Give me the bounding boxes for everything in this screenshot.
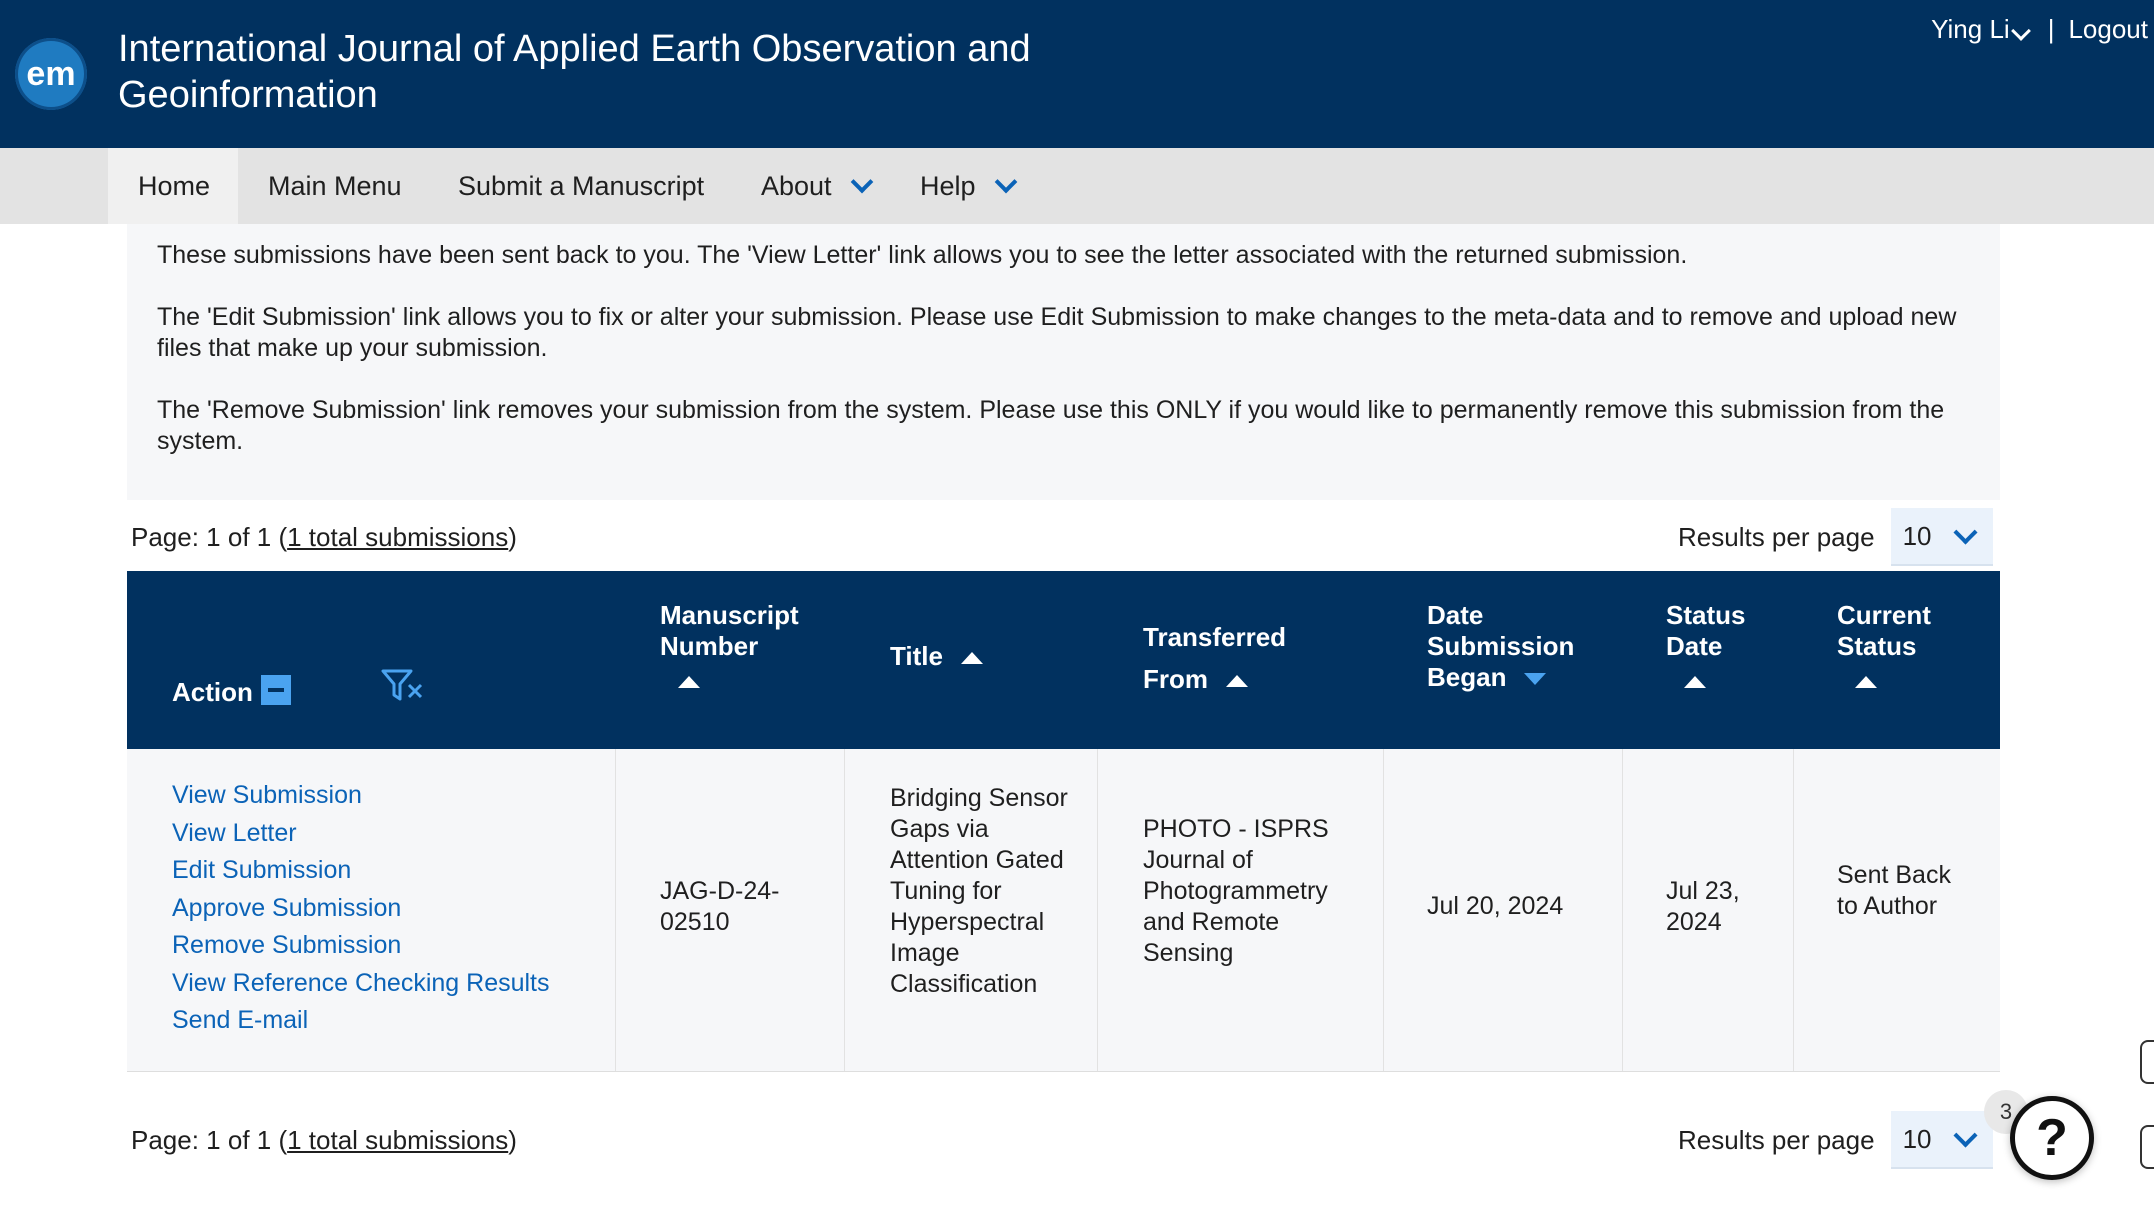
collapse-icon[interactable] bbox=[260, 675, 291, 706]
approve-submission-link[interactable]: Approve Submission bbox=[172, 890, 592, 928]
side-panel-tab[interactable] bbox=[2140, 1040, 2154, 1084]
table-header: Action Manuscript Number Title Transferr… bbox=[127, 571, 2000, 749]
header-status-date[interactable]: Status Date bbox=[1666, 600, 1766, 688]
current-status-cell: Sent Back to Author bbox=[1837, 861, 1951, 920]
results-per-page-label: Results per page bbox=[1678, 1124, 1875, 1155]
results-per-page-select[interactable]: 10 bbox=[1890, 1111, 1993, 1169]
chevron-down-icon bbox=[2010, 21, 2031, 41]
nav-submit-label: Submit a Manuscript bbox=[458, 170, 705, 201]
top-header: em International Journal of Applied Eart… bbox=[0, 0, 2154, 148]
header-status-date-label: Status Date bbox=[1666, 600, 1746, 661]
results-per-page-label: Results per page bbox=[1678, 521, 1875, 552]
header-title-label: Title bbox=[890, 641, 943, 671]
instructions-para-1: These submissions have been sent back to… bbox=[157, 241, 1688, 269]
status-date-cell: Jul 23, 2024 bbox=[1666, 877, 1740, 936]
header-action: Action bbox=[172, 675, 291, 709]
sort-asc-icon[interactable] bbox=[1226, 675, 1248, 688]
total-submissions-link[interactable]: 1 total submissions bbox=[287, 522, 508, 552]
side-panel-tab[interactable] bbox=[2140, 1125, 2154, 1169]
pager-top: Page: 1 of 1 (1 total submissions) bbox=[131, 522, 517, 553]
table-row: View Submission View Letter Edit Submiss… bbox=[127, 749, 2000, 1072]
total-submissions-link[interactable]: 1 total submissions bbox=[287, 1125, 508, 1155]
column-divider bbox=[1622, 749, 1623, 1071]
paren: ) bbox=[508, 522, 517, 552]
sort-desc-icon[interactable] bbox=[1524, 673, 1547, 686]
header-manuscript-number-label: Manuscript Number bbox=[660, 600, 799, 661]
header-action-label: Action bbox=[172, 677, 253, 707]
header-date-label: Date Submission Began bbox=[1427, 600, 1575, 692]
nav-home-label: Home bbox=[138, 170, 211, 201]
nav-submit-manuscript[interactable]: Submit a Manuscript bbox=[428, 148, 734, 224]
results-per-page-value: 10 bbox=[1902, 1123, 1932, 1154]
user-name: Ying Li bbox=[1931, 14, 2010, 44]
instructions-box: These submissions have been sent back to… bbox=[127, 224, 2000, 500]
nav-help[interactable]: Help bbox=[890, 148, 1044, 224]
header-current-status[interactable]: Current Status bbox=[1837, 600, 1957, 688]
column-divider bbox=[1793, 749, 1794, 1071]
manuscript-number-cell: JAG-D-24-02510 bbox=[660, 877, 780, 936]
send-email-link[interactable]: Send E-mail bbox=[172, 1002, 592, 1040]
column-divider bbox=[1097, 749, 1098, 1071]
results-per-page-bottom: Results per page 10 bbox=[1678, 1111, 1993, 1169]
action-links: View Submission View Letter Edit Submiss… bbox=[172, 777, 592, 1040]
chevron-down-icon bbox=[850, 170, 873, 194]
view-letter-link[interactable]: View Letter bbox=[172, 815, 592, 853]
view-submission-link[interactable]: View Submission bbox=[172, 777, 592, 815]
column-divider bbox=[844, 749, 845, 1071]
journal-title: International Journal of Applied Earth O… bbox=[118, 28, 1031, 116]
submissions-table: Action Manuscript Number Title Transferr… bbox=[127, 571, 2000, 1072]
logout-link[interactable]: Logout bbox=[2068, 14, 2148, 45]
nav-help-label: Help bbox=[920, 170, 976, 201]
header-transferred-from[interactable]: Transferred From bbox=[1143, 616, 1303, 700]
nav-about[interactable]: About bbox=[731, 148, 900, 224]
sort-asc-icon[interactable] bbox=[1684, 676, 1706, 688]
chevron-down-icon bbox=[994, 170, 1017, 194]
sort-asc-icon[interactable] bbox=[960, 652, 983, 665]
transferred-from-cell: PHOTO - ISPRS Journal of Photogrammetry … bbox=[1143, 815, 1329, 967]
view-reference-checking-link[interactable]: View Reference Checking Results bbox=[172, 965, 592, 1003]
user-area: Ying Li | Logout bbox=[1931, 14, 2148, 45]
chevron-down-icon bbox=[1953, 519, 1979, 545]
main-nav: Home Main Menu Submit a Manuscript About… bbox=[0, 148, 2154, 224]
header-current-status-label: Current Status bbox=[1837, 600, 1931, 661]
date-submission-began-cell: Jul 20, 2024 bbox=[1427, 892, 1564, 920]
results-per-page-value: 10 bbox=[1902, 520, 1932, 551]
column-divider bbox=[615, 749, 616, 1071]
help-question-icon[interactable]: ? bbox=[2010, 1096, 2094, 1180]
chevron-down-icon bbox=[1953, 1122, 1979, 1148]
nav-about-label: About bbox=[761, 170, 832, 201]
nav-main-menu-label: Main Menu bbox=[268, 170, 402, 201]
em-logo[interactable]: em bbox=[15, 38, 87, 110]
paren: ) bbox=[508, 1125, 517, 1155]
header-transferred-from-label: Transferred From bbox=[1143, 622, 1287, 694]
pager-bottom: Page: 1 of 1 (1 total submissions) bbox=[131, 1125, 517, 1156]
sort-asc-icon[interactable] bbox=[1855, 676, 1877, 688]
remove-submission-link[interactable]: Remove Submission bbox=[172, 927, 592, 965]
page-indicator: Page: 1 of 1 ( bbox=[131, 1125, 288, 1155]
results-per-page-top: Results per page 10 bbox=[1678, 508, 1993, 566]
page-indicator: Page: 1 of 1 ( bbox=[131, 522, 288, 552]
nav-home[interactable]: Home bbox=[108, 148, 238, 224]
nav-main-menu[interactable]: Main Menu bbox=[238, 148, 432, 224]
separator: | bbox=[2047, 14, 2055, 44]
filter-clear-icon[interactable] bbox=[381, 667, 425, 714]
column-divider bbox=[1383, 749, 1384, 1071]
header-manuscript-number[interactable]: Manuscript Number bbox=[660, 600, 830, 688]
instructions-para-3: The 'Remove Submission' link removes you… bbox=[157, 396, 1945, 455]
instructions-para-2: The 'Edit Submission' link allows you to… bbox=[157, 303, 1957, 362]
results-per-page-select[interactable]: 10 bbox=[1890, 508, 1993, 566]
user-menu[interactable]: Ying Li bbox=[1931, 14, 2034, 45]
header-date-submission-began[interactable]: Date Submission Began bbox=[1427, 600, 1607, 693]
header-title[interactable]: Title bbox=[890, 641, 983, 672]
sort-asc-icon[interactable] bbox=[678, 676, 700, 688]
title-cell: Bridging Sensor Gaps via Attention Gated… bbox=[890, 784, 1068, 998]
edit-submission-link[interactable]: Edit Submission bbox=[172, 852, 592, 890]
